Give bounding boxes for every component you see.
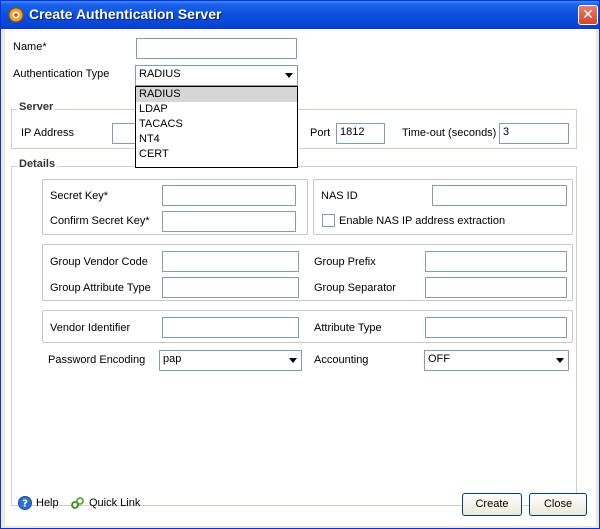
quick-link[interactable]: Quick Link (89, 497, 140, 509)
attribute-type-label: Attribute Type (314, 322, 382, 334)
help-link[interactable]: Help (36, 497, 59, 509)
dropdown-option-ldap[interactable]: LDAP (136, 102, 297, 117)
dropdown-option-tacacs[interactable]: TACACS (136, 117, 297, 132)
authentication-type-label: Authentication Type (13, 68, 110, 80)
confirm-secret-key-input[interactable] (162, 211, 296, 232)
group-separator-label: Group Separator (314, 282, 396, 294)
group-vendor-code-input[interactable] (162, 251, 299, 272)
group-prefix-label: Group Prefix (314, 256, 376, 268)
group-prefix-input[interactable] (425, 251, 567, 272)
accounting-label: Accounting (314, 354, 369, 366)
create-authentication-server-dialog: Create Authentication Server ✕ Name* Aut… (0, 0, 600, 529)
ip-address-label: IP Address (21, 127, 74, 139)
details-legend: Details (17, 158, 58, 170)
create-button[interactable]: Create (462, 493, 522, 516)
password-encoding-value: pap (163, 353, 182, 365)
authentication-type-value: RADIUS (139, 68, 181, 80)
port-input[interactable]: 1812 (336, 123, 385, 144)
name-input[interactable] (136, 38, 297, 59)
dialog-body: Name* Authentication Type RADIUS Server … (5, 29, 596, 526)
server-legend: Server (17, 101, 56, 113)
group-attribute-type-input[interactable] (162, 277, 299, 298)
dropdown-option-nt4[interactable]: NT4 (136, 132, 297, 147)
dropdown-option-cert[interactable]: CERT (136, 147, 297, 162)
enable-nas-label: Enable NAS IP address extraction (339, 215, 506, 227)
vendor-identifier-input[interactable] (162, 317, 299, 338)
title-bar: Create Authentication Server ✕ (1, 1, 599, 29)
close-window-icon[interactable]: ✕ (578, 5, 598, 25)
accounting-select[interactable]: OFF (424, 350, 569, 371)
app-icon (8, 7, 24, 23)
secret-key-input[interactable] (162, 185, 296, 206)
ip-address-input[interactable] (112, 123, 136, 144)
window-title: Create Authentication Server (29, 6, 222, 22)
chevron-down-icon (285, 73, 293, 78)
vendor-identifier-label: Vendor Identifier (50, 322, 131, 334)
password-encoding-label: Password Encoding (48, 354, 146, 366)
svg-text:?: ? (22, 499, 28, 510)
close-button[interactable]: Close (529, 493, 587, 516)
accounting-value: OFF (428, 353, 450, 365)
nas-id-label: NAS ID (321, 190, 358, 202)
authentication-type-select[interactable]: RADIUS (135, 65, 298, 86)
port-label: Port (310, 127, 331, 139)
confirm-secret-key-label: Confirm Secret Key* (50, 215, 150, 227)
chevron-down-icon (289, 358, 297, 363)
help-icon[interactable]: ? (18, 496, 32, 510)
timeout-input[interactable]: 3 (499, 123, 569, 144)
authentication-type-dropdown-list: RADIUS LDAP TACACS NT4 CERT (135, 86, 298, 168)
dropdown-option-radius[interactable]: RADIUS (136, 87, 297, 102)
chevron-down-icon (556, 358, 564, 363)
attribute-type-input[interactable] (425, 317, 567, 338)
enable-nas-checkbox[interactable] (322, 214, 335, 227)
secret-key-label: Secret Key* (50, 190, 109, 202)
group-vendor-code-label: Group Vendor Code (50, 256, 148, 268)
name-label: Name* (13, 41, 47, 53)
group-separator-input[interactable] (425, 277, 567, 298)
password-encoding-select[interactable]: pap (159, 350, 302, 371)
group-attribute-type-label: Group Attribute Type (50, 282, 151, 294)
timeout-label: Time-out (seconds) (402, 127, 497, 139)
quick-link-icon[interactable] (71, 496, 85, 510)
nas-id-input[interactable] (432, 185, 567, 206)
